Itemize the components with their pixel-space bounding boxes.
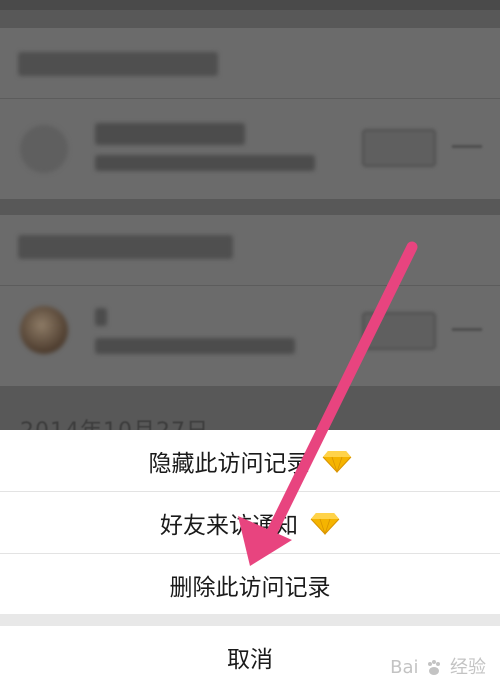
blurred-button	[362, 312, 436, 350]
cancel-label: 取消	[227, 646, 273, 673]
paw-icon	[428, 660, 441, 675]
blurred-dash	[452, 328, 482, 331]
delete-visit-record-button[interactable]: 删除此访问记录	[0, 554, 500, 615]
friend-visit-notify-button[interactable]: 好友来访通知	[0, 492, 500, 553]
date-header-2	[0, 215, 500, 285]
status-strip	[0, 0, 500, 10]
watermark-text-left: Bai	[390, 657, 419, 678]
baidu-watermark: Bai 经验	[390, 653, 486, 679]
blurred-name	[95, 123, 245, 145]
sheet-separator	[0, 614, 500, 626]
action-sheet: 隐藏此访问记录 好友来访通知 删除此访问记录 取消	[0, 430, 500, 687]
blurred-name	[95, 308, 107, 326]
diamond-icon	[322, 450, 351, 473]
visitor-row-2	[0, 285, 500, 386]
friend-visit-notify-label: 好友来访通知	[160, 512, 298, 539]
blurred-date	[18, 52, 218, 76]
blurred-detail	[95, 338, 295, 354]
delete-visit-record-label: 删除此访问记录	[169, 574, 331, 601]
hide-visit-record-label: 隐藏此访问记录	[148, 450, 310, 477]
blurred-dash	[452, 145, 482, 148]
date-header-1	[0, 28, 500, 98]
avatar	[20, 306, 68, 354]
visitor-row-1	[0, 98, 500, 199]
watermark-text-right: 经验	[450, 657, 486, 678]
blurred-button	[362, 129, 436, 167]
diamond-icon	[310, 512, 340, 535]
avatar	[20, 125, 68, 173]
blurred-date	[18, 235, 233, 259]
hide-visit-record-button[interactable]: 隐藏此访问记录	[0, 430, 500, 491]
blurred-detail	[95, 155, 315, 171]
action-sheet-options: 隐藏此访问记录 好友来访通知 删除此访问记录	[0, 430, 500, 615]
